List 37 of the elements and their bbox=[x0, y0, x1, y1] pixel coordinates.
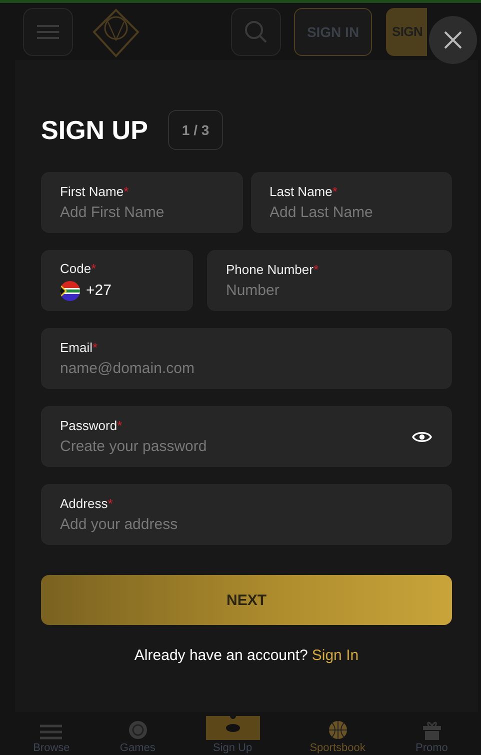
text-field[interactable]: First Name* Add First Name bbox=[41, 172, 242, 233]
input-field[interactable]: Create your password bbox=[60, 438, 412, 455]
field-label: First Name* bbox=[60, 184, 130, 199]
ticket-icon bbox=[206, 716, 260, 740]
chip-icon bbox=[128, 720, 148, 740]
next-button[interactable]: NEXT bbox=[41, 575, 452, 625]
menu-icon bbox=[37, 24, 59, 40]
close-button[interactable] bbox=[429, 16, 477, 64]
text-field[interactable]: Phone Number* Number bbox=[207, 250, 452, 311]
menu-icon bbox=[40, 724, 62, 740]
input-field[interactable]: Number bbox=[226, 282, 432, 299]
close-icon bbox=[444, 31, 462, 49]
basketball-icon bbox=[328, 720, 348, 740]
field-label: Password* bbox=[60, 418, 124, 433]
step-counter: 1 / 3 bbox=[168, 110, 224, 150]
input-field[interactable]: Add Last Name bbox=[270, 204, 432, 221]
modal-title: SIGN UP bbox=[41, 114, 148, 146]
field-label: Email* bbox=[60, 340, 99, 355]
input-field[interactable]: name@domain.com bbox=[60, 360, 432, 377]
text-field[interactable]: Last Name* Add Last Name bbox=[250, 172, 452, 233]
input-field[interactable]: Add First Name bbox=[60, 204, 222, 221]
text-field[interactable]: Email* name@domain.com bbox=[41, 328, 452, 389]
field-label: Address* bbox=[60, 496, 114, 511]
text-field[interactable]: Address* Add your address bbox=[41, 484, 452, 545]
eye-icon[interactable] bbox=[412, 430, 432, 444]
field-value: +27 bbox=[86, 282, 112, 299]
gift-icon bbox=[422, 720, 442, 740]
field-label: Phone Number* bbox=[226, 262, 320, 277]
sign-in-link[interactable]: Sign In bbox=[312, 647, 359, 664]
input-field[interactable]: Add your address bbox=[60, 516, 432, 533]
flag-icon bbox=[60, 280, 80, 300]
field-label: Code* bbox=[60, 260, 98, 276]
text-field[interactable]: Code* +27 bbox=[41, 250, 193, 311]
text-field[interactable]: Password* Create your password bbox=[41, 406, 452, 467]
field-label: Last Name* bbox=[270, 184, 338, 199]
account-prompt: Already have an account? bbox=[134, 647, 308, 664]
search-icon bbox=[244, 20, 268, 44]
